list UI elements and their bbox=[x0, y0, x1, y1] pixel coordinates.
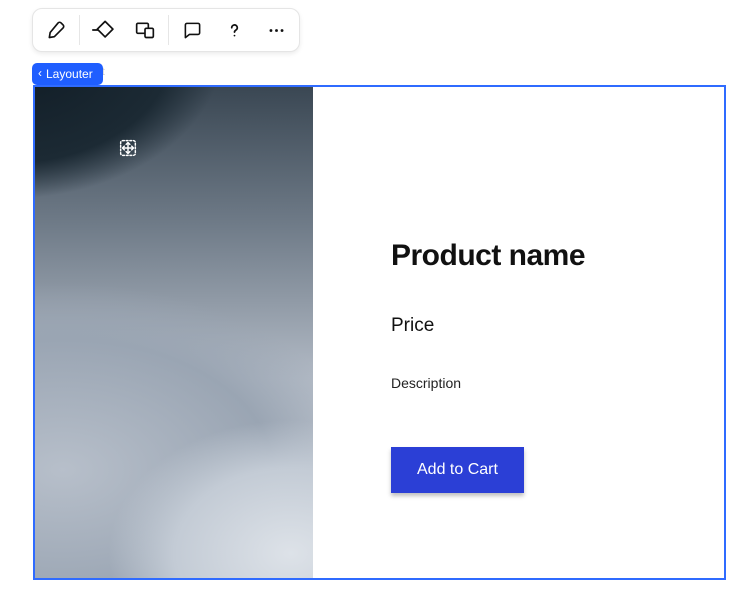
product-price[interactable]: Price bbox=[391, 315, 434, 337]
more-icon[interactable] bbox=[257, 11, 295, 49]
selected-frame[interactable]: Product name Price Description Add to Ca… bbox=[33, 85, 726, 580]
chevron-left-icon: ‹ bbox=[38, 67, 42, 79]
toolbar-group-3 bbox=[169, 9, 299, 51]
toolbar-group-1 bbox=[33, 9, 79, 51]
brush-icon[interactable] bbox=[37, 11, 75, 49]
product-info: Product name Price Description Add to Ca… bbox=[313, 87, 724, 578]
product-description[interactable]: Description bbox=[391, 375, 461, 391]
selection-breadcrumb[interactable]: ‹ Layouter bbox=[32, 63, 103, 85]
breadcrumb-label: Layouter bbox=[46, 63, 93, 85]
move-handle-icon[interactable] bbox=[115, 135, 141, 161]
comment-icon[interactable] bbox=[173, 11, 211, 49]
help-icon[interactable] bbox=[215, 11, 253, 49]
toolbar-group-2 bbox=[80, 9, 168, 51]
product-title[interactable]: Product name bbox=[391, 239, 585, 273]
diamond-icon[interactable] bbox=[84, 11, 122, 49]
product-layout: Product name Price Description Add to Ca… bbox=[35, 87, 724, 578]
product-image[interactable] bbox=[35, 87, 313, 578]
responsive-icon[interactable] bbox=[126, 11, 164, 49]
add-to-cart-button[interactable]: Add to Cart bbox=[391, 447, 524, 493]
floating-toolbar bbox=[32, 8, 300, 52]
